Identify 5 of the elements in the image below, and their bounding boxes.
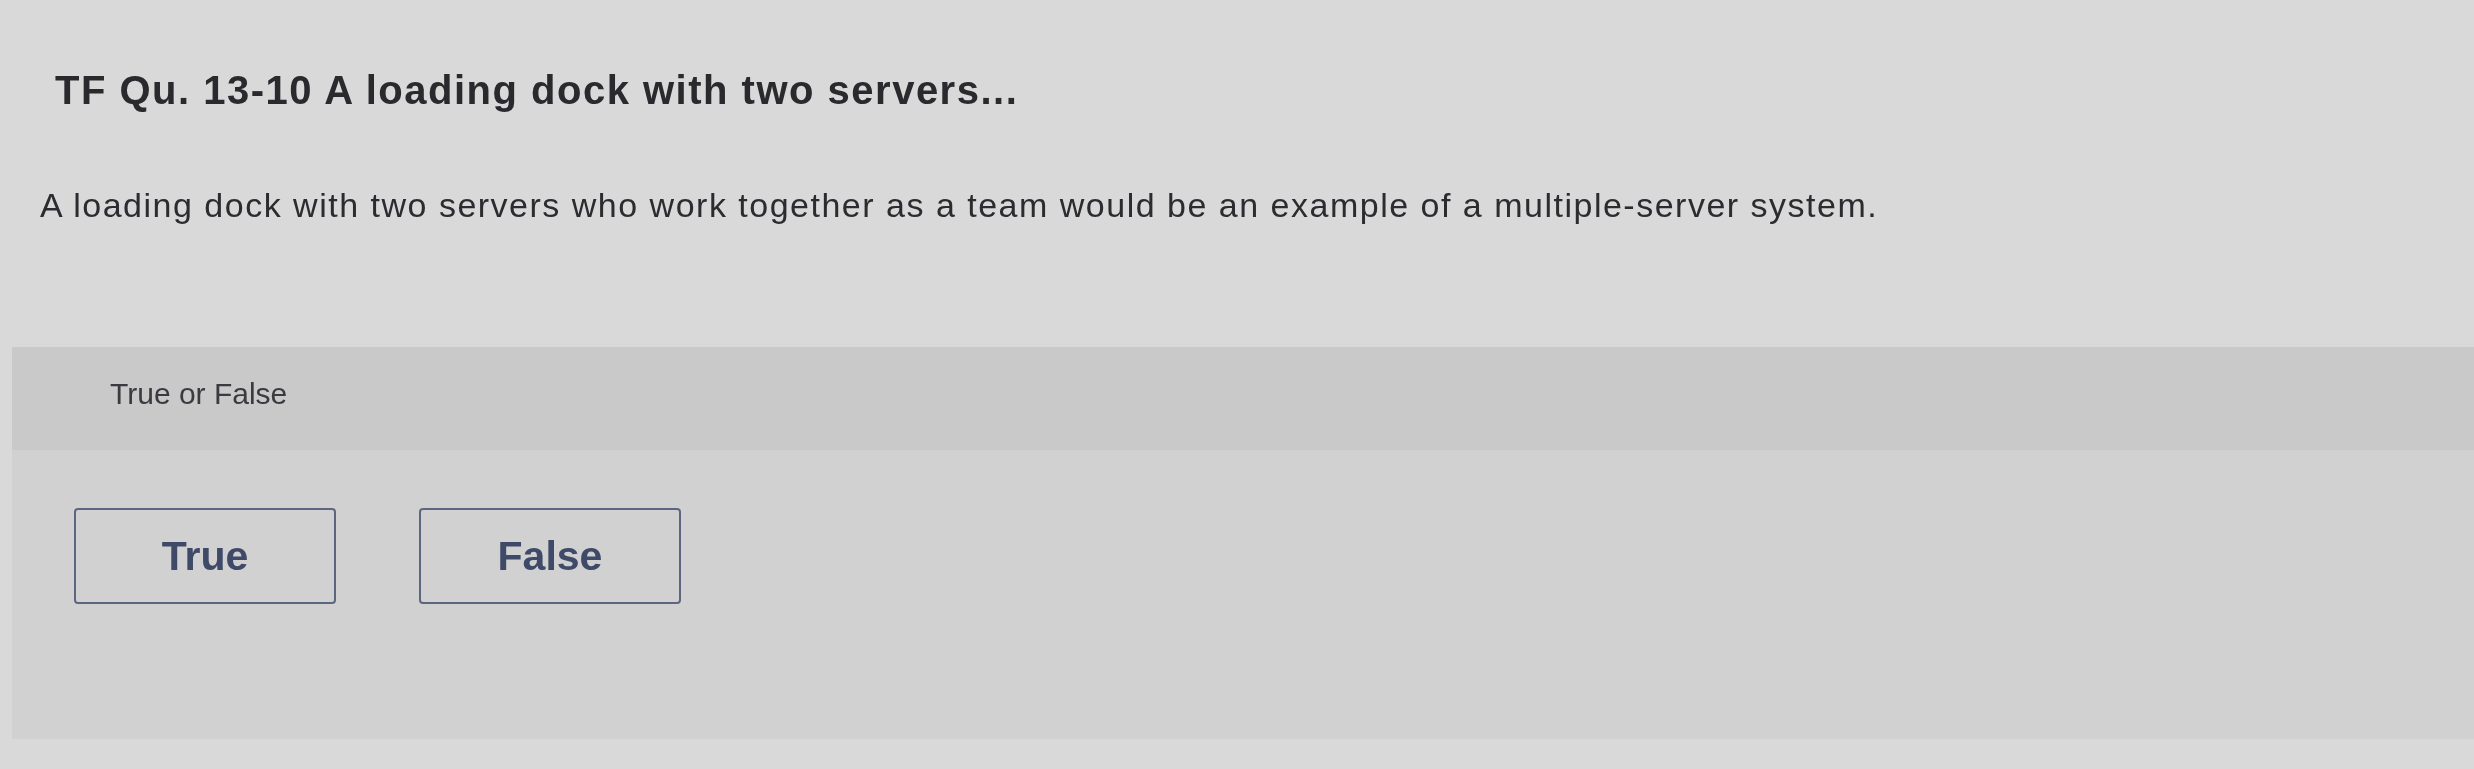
question-title: TF Qu. 13-10 A loading dock with two servers... — [55, 67, 1019, 114]
question-text: A loading dock with two servers who work together as a team would be an example of a multiple-server system. — [40, 185, 1879, 225]
prompt-label: True or False — [110, 377, 288, 410]
answer-option-button[interactable]: False — [419, 508, 681, 604]
answer-option-button[interactable]: True — [74, 508, 336, 604]
